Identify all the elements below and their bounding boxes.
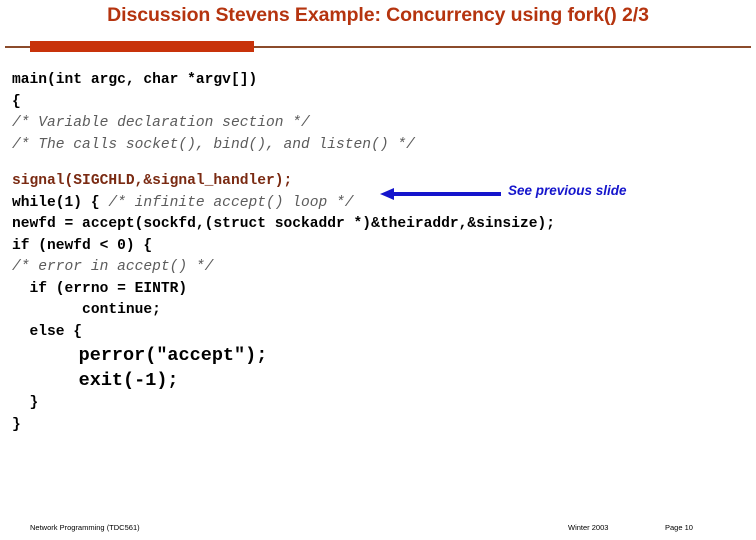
footer-page-number: Page 10 (665, 523, 693, 532)
code-inline-comment: /* infinite accept() loop */ (99, 194, 354, 211)
code-line: } (0, 415, 756, 437)
code-line: newfd = accept(sockfd,(struct sockaddr *… (0, 214, 756, 236)
code-line-text: { (12, 93, 21, 110)
page-title: Discussion Stevens Example: Concurrency … (107, 4, 649, 26)
code-line: } (0, 393, 756, 415)
code-line: continue; (0, 300, 756, 322)
code-line-text: perror("accept"); (12, 345, 268, 366)
code-line: { (0, 92, 756, 114)
arrow-shaft (393, 192, 501, 196)
code-line: perror("accept"); (0, 343, 756, 368)
code-line: /* The calls socket(), bind(), and liste… (0, 135, 756, 157)
code-listing: main(int argc, char *argv[]) { /* Variable… (0, 70, 756, 436)
code-line-text: /* Variable declaration section */ (12, 115, 310, 131)
code-line: main(int argc, char *argv[]) (0, 70, 756, 92)
title-divider (0, 38, 756, 56)
code-line: if (newfd < 0) { (0, 236, 756, 258)
code-line-text: } (12, 416, 21, 433)
code-line-text: else { (12, 323, 83, 340)
code-line-text: main(int argc, char *argv[]) (12, 72, 258, 88)
code-line-text: exit(-1); (12, 370, 179, 391)
code-line: else { (0, 322, 756, 344)
code-line: /* error in accept() */ (0, 257, 756, 279)
divider-accent-block (30, 41, 254, 52)
code-line-text: if (errno = EINTR) (12, 280, 188, 297)
code-line: if (errno = EINTR) (0, 279, 756, 301)
code-line-text: } (12, 395, 39, 411)
code-line: exit(-1); (0, 368, 756, 393)
footer-term: Winter 2003 (568, 523, 609, 532)
code-line-text: /* The calls socket(), bind(), and liste… (12, 136, 415, 153)
left-arrow-icon (380, 188, 394, 200)
code-line: /* Variable declaration section */ (0, 113, 756, 135)
code-line-text: newfd = accept(sockfd,(struct sockaddr *… (12, 216, 555, 232)
code-line-text: /* error in accept() */ (12, 259, 214, 275)
footer-course: Network Programming (TDC561) (30, 523, 140, 532)
code-line-text: if (newfd < 0) { (12, 237, 153, 254)
slide-footer: Network Programming (TDC561) Winter 2003… (0, 520, 756, 540)
annotation-label: See previous slide (508, 183, 627, 198)
code-line-text: signal(SIGCHLD,&signal_handler); (12, 173, 293, 189)
code-line-text: continue; (12, 302, 161, 318)
code-line-text: while(1) { (12, 194, 100, 211)
annotation-see-previous-slide: See previous slide (380, 183, 720, 210)
